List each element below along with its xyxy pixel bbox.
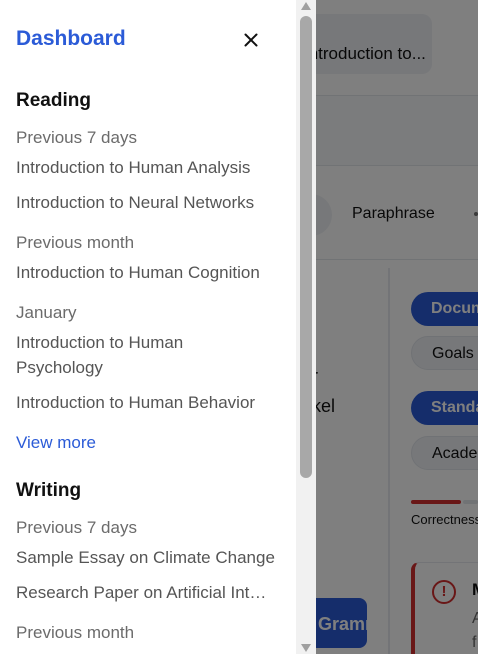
drawer-title: Dashboard bbox=[16, 27, 126, 50]
close-icon bbox=[244, 33, 258, 47]
history-item-neural-networks[interactable]: Introduction to Neural Networks bbox=[16, 190, 282, 215]
group-label-writing-previous-month: Previous month bbox=[16, 623, 135, 642]
drawer-scrollbar-thumb[interactable] bbox=[300, 16, 312, 478]
history-item-climate-change-essay[interactable]: Sample Essay on Climate Change bbox=[16, 545, 282, 570]
scroll-down-arrow-icon[interactable] bbox=[301, 644, 311, 652]
close-button[interactable] bbox=[238, 27, 264, 53]
scroll-up-arrow-icon[interactable] bbox=[301, 2, 311, 10]
section-title-writing: Writing bbox=[16, 480, 82, 501]
group-label-reading-previous-month: Previous month bbox=[16, 233, 135, 252]
history-item-ai-research-paper[interactable]: Research Paper on Artificial Intelligenc… bbox=[16, 580, 274, 605]
view-more-link[interactable]: View more bbox=[16, 433, 96, 453]
section-title-reading: Reading bbox=[16, 90, 91, 111]
group-label-reading-previous-7-days: Previous 7 days bbox=[16, 128, 137, 147]
group-label-writing-previous-7-days: Previous 7 days bbox=[16, 518, 137, 537]
history-item-human-psychology[interactable]: Introduction to Human Psychology bbox=[16, 330, 236, 380]
group-label-reading-january: January bbox=[16, 303, 77, 322]
dashboard-drawer: Dashboard Reading Previous 7 days Introd… bbox=[0, 0, 316, 654]
drawer-header: Dashboard bbox=[0, 0, 296, 80]
history-item-human-analysis[interactable]: Introduction to Human Analysis bbox=[16, 155, 282, 180]
history-item-human-cognition[interactable]: Introduction to Human Cognition bbox=[16, 260, 282, 285]
history-item-human-behavior[interactable]: Introduction to Human Behavior bbox=[16, 390, 282, 415]
